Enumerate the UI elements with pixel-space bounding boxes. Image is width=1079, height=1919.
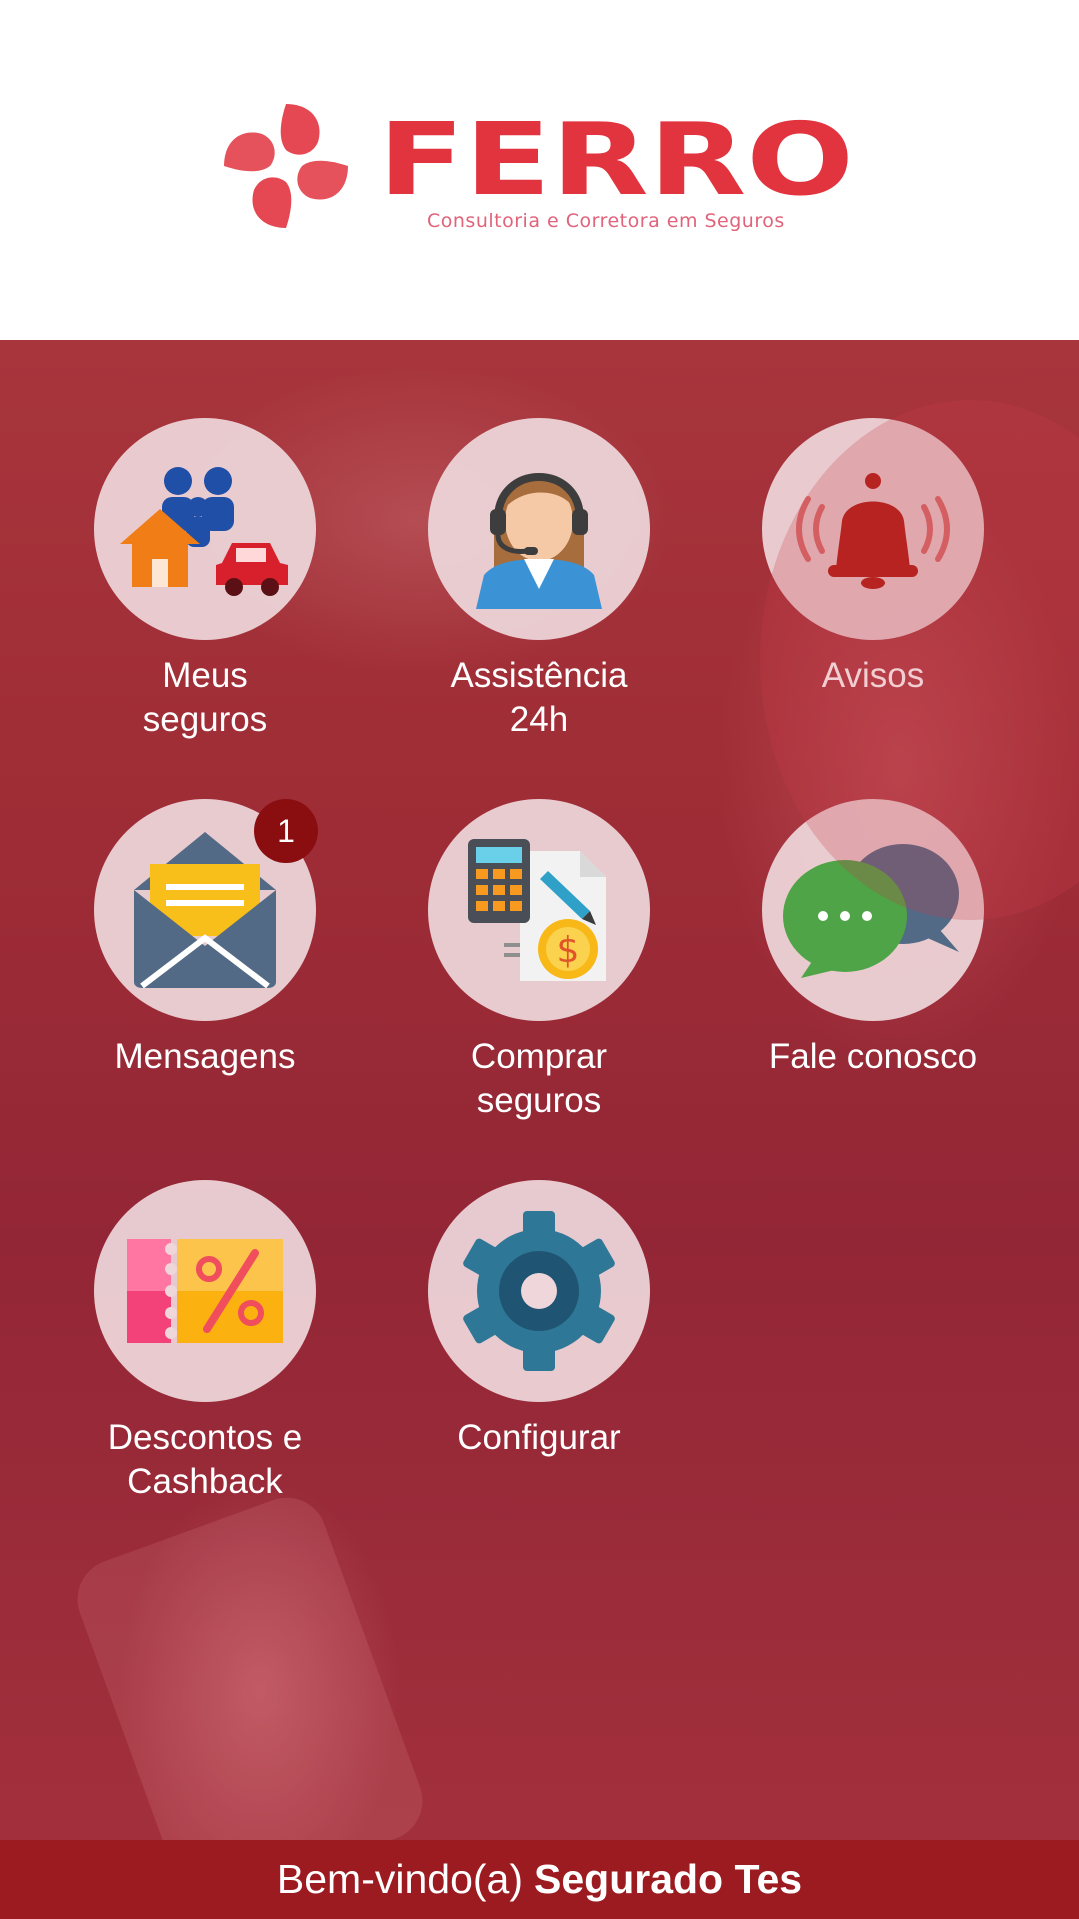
ferro-logo: FERRO Consultoria e Corretora em Seguros xyxy=(220,100,860,240)
welcome-greeting: Bem-vindo(a) xyxy=(276,1856,523,1902)
chat-bubbles-icon xyxy=(783,844,959,978)
menu-label: Configurar xyxy=(457,1418,621,1457)
menu-item-comprar-seguros[interactable]: $ Comprar seguros xyxy=(379,799,699,1123)
welcome-bar: Bem-vindo(a) Segurado Tes xyxy=(0,1840,1079,1919)
envelope-icon xyxy=(134,832,276,989)
menu-item-mensagens[interactable]: 1 Mensagens xyxy=(45,799,365,1079)
family-home-car-icon xyxy=(120,467,288,596)
app-header: FERRO Consultoria e Corretora em Seguros xyxy=(0,0,1079,340)
headset-agent-icon xyxy=(476,473,602,609)
coupon-percent-icon xyxy=(127,1239,283,1343)
unread-count-badge: 1 xyxy=(254,799,318,863)
menu-item-descontos[interactable]: Descontos e Cashback xyxy=(45,1180,365,1504)
user-name: Segurado Tes xyxy=(534,1856,803,1902)
menu-icon-circle xyxy=(762,799,984,1021)
menu-label: Descontos e Cashback xyxy=(107,1418,303,1501)
menu-icon-circle xyxy=(94,418,316,640)
menu-label: Avisos xyxy=(821,656,925,695)
brand-name: FERRO xyxy=(378,114,854,204)
svg-text:$: $ xyxy=(557,930,580,971)
menu-area: Meus seguros Assistência 24h Avisos 1 Me… xyxy=(0,340,1079,1840)
menu-icon-circle xyxy=(94,1180,316,1402)
gear-icon xyxy=(463,1211,615,1371)
menu-item-meus-seguros[interactable]: Meus seguros xyxy=(45,418,365,742)
brand-tagline: Consultoria e Corretora em Seguros xyxy=(427,210,785,232)
menu-item-fale-conosco[interactable]: Fale conosco xyxy=(713,799,1033,1079)
menu-label: Assistência 24h xyxy=(450,656,628,739)
menu-icon-circle xyxy=(762,418,984,640)
menu-icon-circle xyxy=(428,418,650,640)
bell-icon xyxy=(796,473,950,589)
logo-mark-icon xyxy=(224,104,348,228)
menu-item-avisos[interactable]: Avisos xyxy=(713,418,1033,698)
logo-wordmark: FERRO xyxy=(378,114,854,204)
calculator-document-icon: $ xyxy=(468,839,606,981)
menu-icon-circle: 1 xyxy=(94,799,318,1021)
menu-item-assistencia[interactable]: Assistência 24h xyxy=(379,418,699,742)
menu-icon-circle xyxy=(428,1180,650,1402)
menu-item-configurar[interactable]: Configurar xyxy=(379,1180,699,1460)
menu-icon-circle: $ xyxy=(428,799,650,1021)
menu-label: Comprar seguros xyxy=(470,1037,608,1120)
menu-label: Mensagens xyxy=(114,1037,296,1076)
menu-label: Meus seguros xyxy=(142,656,268,739)
menu-label: Fale conosco xyxy=(768,1037,978,1076)
